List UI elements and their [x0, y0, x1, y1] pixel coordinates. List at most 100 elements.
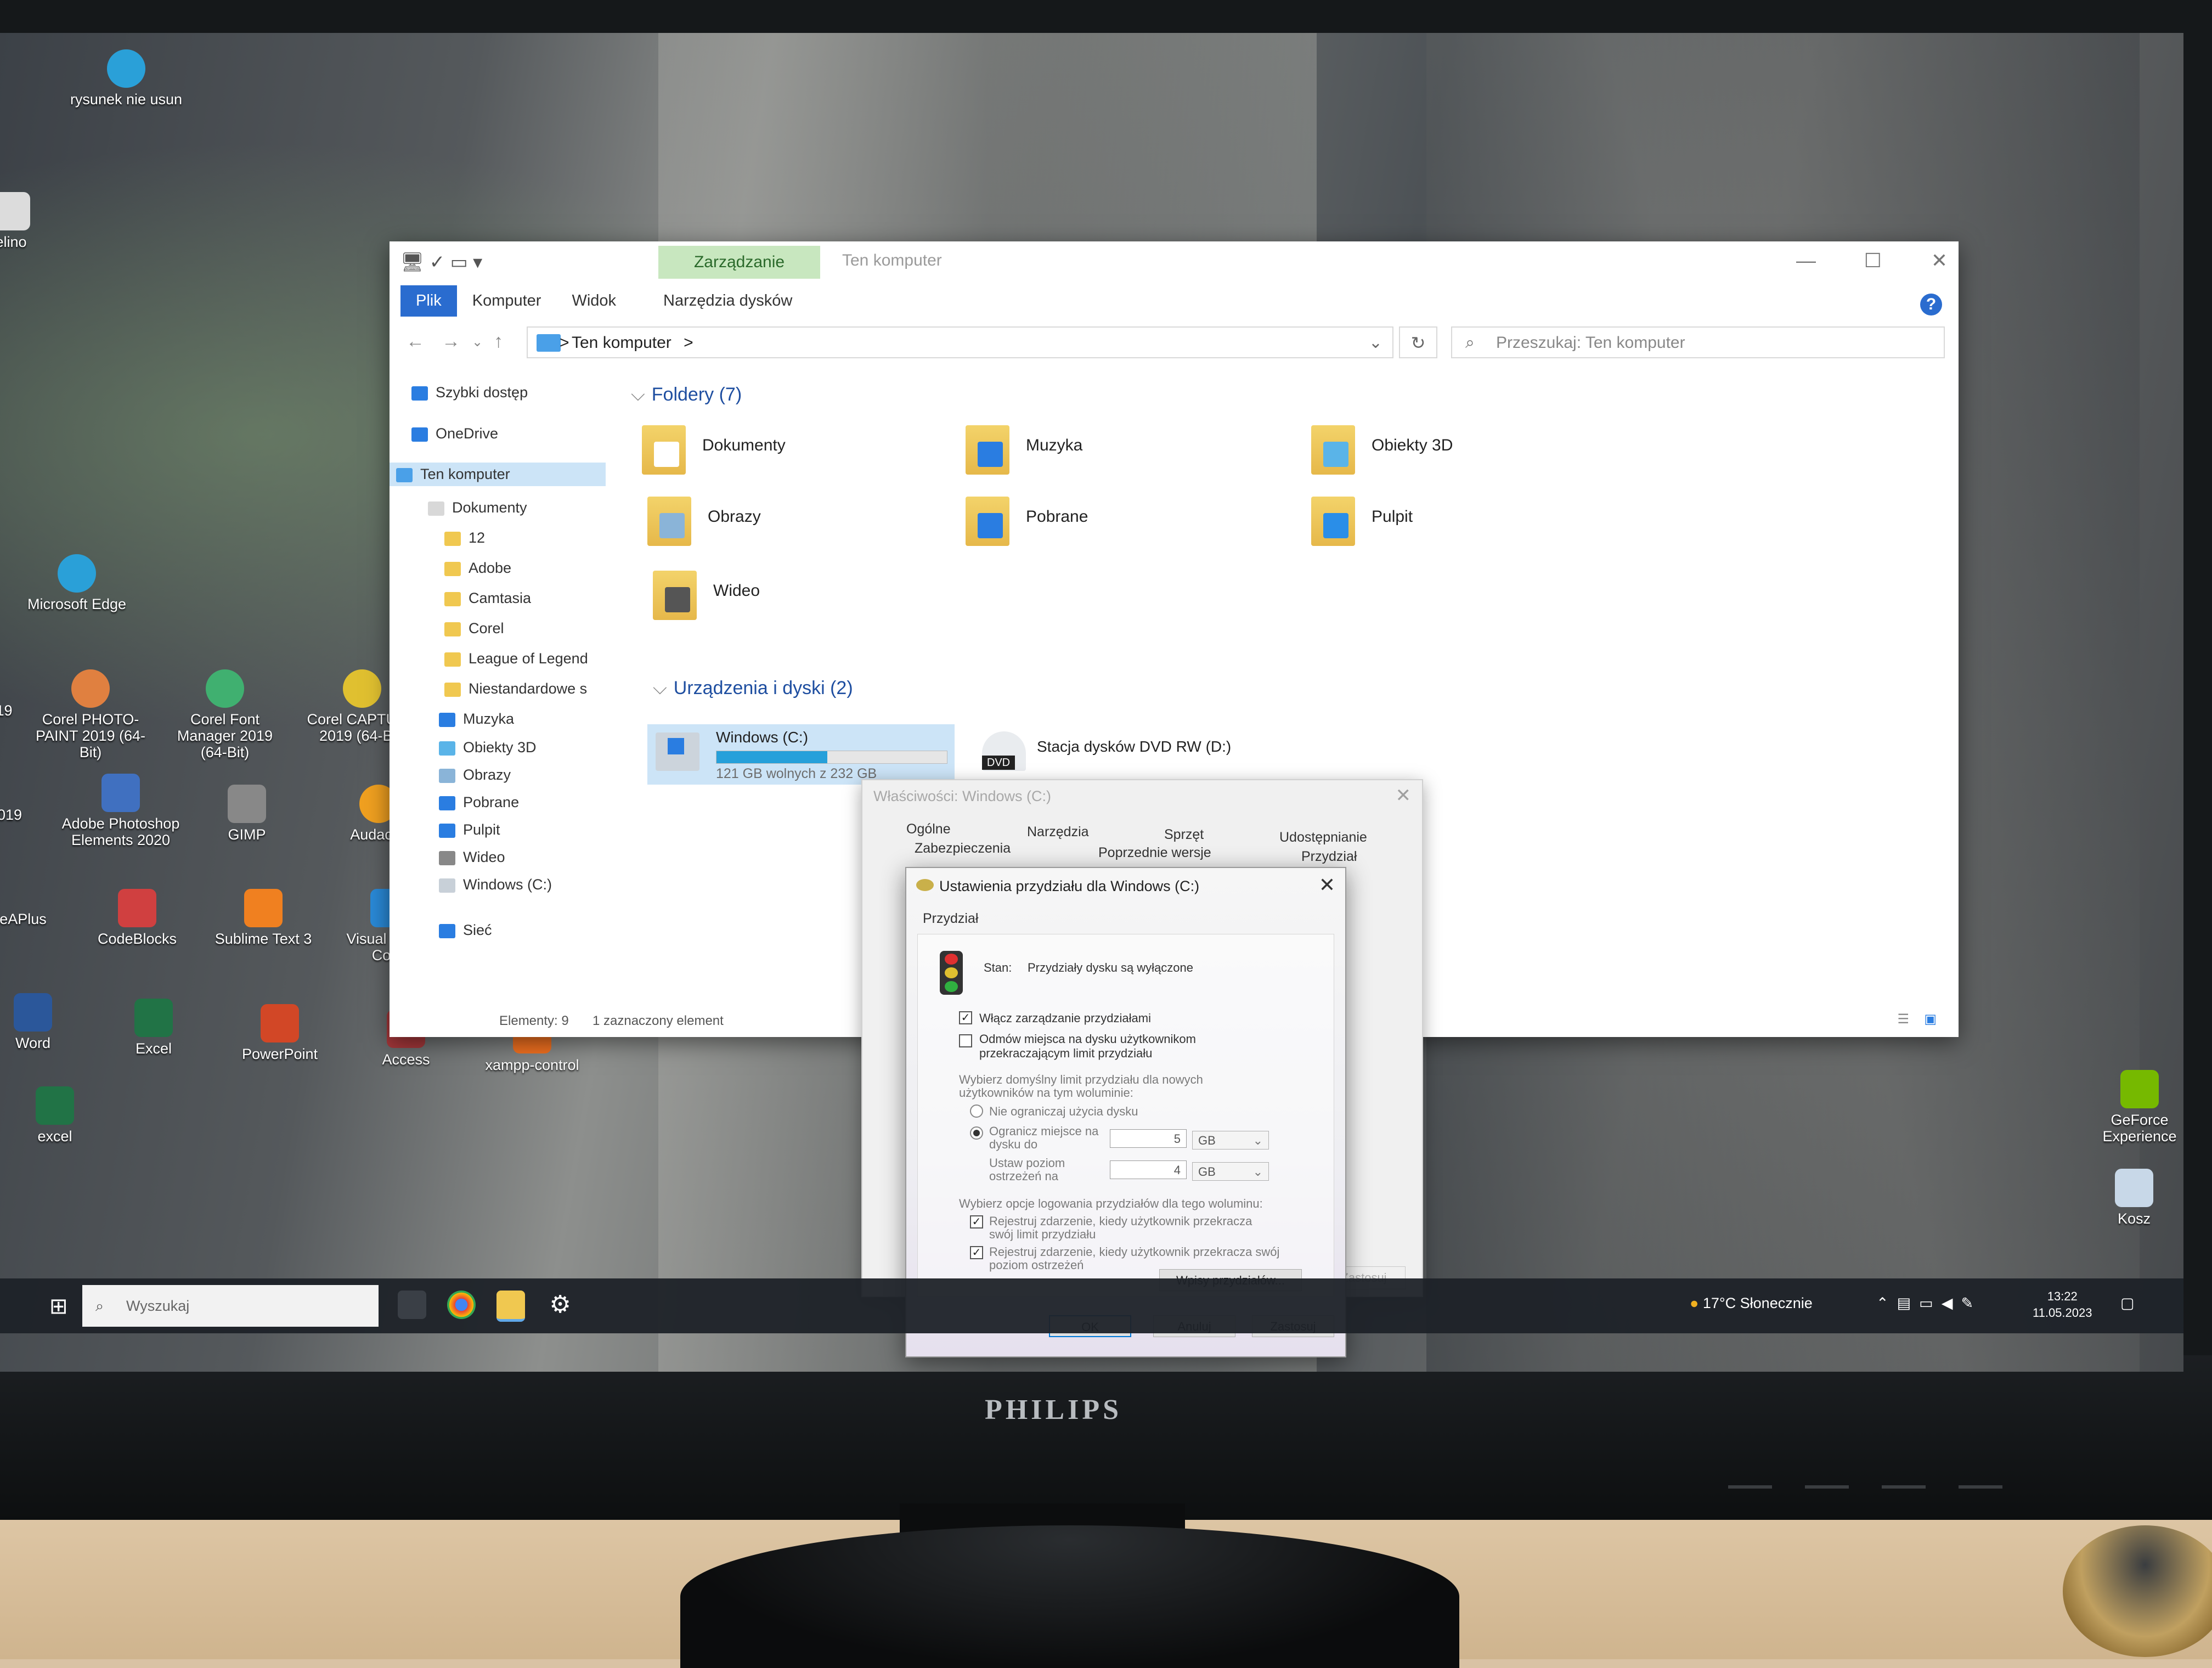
- desktop-icon-photoshop-elements[interactable]: Adobe Photoshop Elements 2020: [60, 774, 181, 848]
- sidebar-item[interactable]: Pulpit: [439, 821, 500, 838]
- drive-c-tile[interactable]: Windows (C:) 121 GB wolnych z 232 GB: [647, 724, 955, 785]
- tab-sharing[interactable]: Udostępnianie: [1279, 830, 1367, 846]
- chevron-up-icon[interactable]: ⌃: [1876, 1295, 1889, 1311]
- new-folder-icon[interactable]: ▭: [450, 252, 468, 273]
- chrome-icon[interactable]: [447, 1291, 476, 1319]
- back-arrow-icon[interactable]: ←: [406, 331, 425, 352]
- dvd-drive-tile[interactable]: DVD Stacja dysków DVD RW (D:): [982, 722, 1366, 782]
- refresh-button[interactable]: ↻: [1399, 326, 1437, 358]
- limit-disk-radio[interactable]: [970, 1126, 983, 1140]
- sidebar-item[interactable]: League of Legend: [444, 650, 588, 667]
- desktop-icon-partial[interactable]: 2019: [0, 807, 66, 823]
- sidebar-item[interactable]: Obiekty 3D: [439, 739, 537, 756]
- close-button[interactable]: ✕: [1931, 249, 1948, 272]
- desktop-icon-elino[interactable]: elino: [0, 192, 71, 250]
- tiles-view-icon[interactable]: ▣: [1924, 1011, 1937, 1027]
- desktop-icon-powerpoint[interactable]: PowerPoint: [219, 1004, 340, 1062]
- tab-tools[interactable]: Narzędzia: [1027, 824, 1089, 840]
- limit-value-input[interactable]: 5: [1110, 1129, 1187, 1148]
- desktop-icon-partial[interactable]: 019: [0, 702, 60, 719]
- close-button[interactable]: ✕: [1319, 874, 1335, 897]
- warning-unit-select[interactable]: GB ⌄: [1192, 1162, 1269, 1181]
- search-input[interactable]: ⌕ Przeszukaj: Ten komputer: [1451, 326, 1945, 358]
- sidebar-item[interactable]: Szybki dostęp: [411, 384, 528, 401]
- chevron-down-icon[interactable]: ⌄: [1369, 328, 1383, 358]
- volume-icon[interactable]: ◀: [1942, 1295, 1953, 1311]
- folder-tile[interactable]: Dokumenty: [642, 425, 927, 486]
- tab-quota[interactable]: Przydział: [1301, 849, 1357, 865]
- warning-value-input[interactable]: 4: [1110, 1160, 1187, 1179]
- folder-tile[interactable]: Pobrane: [966, 497, 1251, 557]
- details-view-icon[interactable]: ☰: [1897, 1011, 1909, 1027]
- sidebar-item[interactable]: Camtasia: [444, 590, 531, 607]
- folder-tile[interactable]: Muzyka: [966, 425, 1251, 486]
- desktop-icon-sublime-text[interactable]: Sublime Text 3: [203, 889, 324, 947]
- folder-tile[interactable]: Obrazy: [647, 497, 933, 557]
- tab-drive-tools[interactable]: Narzędzia dysków: [648, 285, 808, 317]
- folder-tile[interactable]: Wideo: [653, 571, 938, 631]
- desktop-icon-gimp[interactable]: GIMP: [187, 785, 307, 843]
- tab-hardware[interactable]: Sprzęt: [1164, 827, 1204, 843]
- notifications-icon[interactable]: ▢: [2120, 1295, 2135, 1312]
- desktop-icon-word[interactable]: Word: [0, 993, 93, 1051]
- settings-gear-icon[interactable]: ⚙: [546, 1291, 574, 1319]
- tab-quota[interactable]: Przydział: [923, 911, 978, 927]
- sidebar-item[interactable]: OneDrive: [411, 425, 498, 442]
- tab-previous-versions[interactable]: Poprzednie wersje: [1098, 845, 1211, 861]
- folder-tile[interactable]: Pulpit: [1311, 497, 1596, 557]
- windows-start-icon[interactable]: ⊞: [49, 1294, 68, 1319]
- sidebar-item[interactable]: Pobrane: [439, 794, 519, 811]
- address-bar[interactable]: > Ten komputer > ⌄: [527, 326, 1393, 358]
- tab-security[interactable]: Zabezpieczenia: [915, 841, 1011, 856]
- desktop-icon-recycle-bin[interactable]: Kosz: [2074, 1169, 2183, 1227]
- sidebar-item[interactable]: Windows (C:): [439, 876, 552, 893]
- folder-tile[interactable]: Obiekty 3D: [1311, 425, 1596, 486]
- section-header-folders[interactable]: ⌵ Foldery (7): [631, 384, 742, 405]
- weather-widget[interactable]: ● 17°C Słonecznie: [1690, 1295, 1813, 1312]
- system-tray-icons[interactable]: ⌃ ▤ ▭ ◀ ✎: [1876, 1295, 1973, 1312]
- pen-icon[interactable]: ✎: [1961, 1295, 1973, 1311]
- log-exceed-limit-checkbox[interactable]: ✓: [970, 1215, 983, 1229]
- sidebar-item[interactable]: 12: [444, 529, 485, 546]
- task-view-icon[interactable]: [398, 1291, 426, 1319]
- sidebar-item[interactable]: Niestandardowe s: [444, 680, 587, 697]
- tab-view[interactable]: Widok: [556, 285, 631, 317]
- taskbar-search-input[interactable]: ⌕ Wyszukaj: [82, 1285, 379, 1327]
- desktop-icon-edge[interactable]: Microsoft Edge: [16, 554, 137, 612]
- desktop-icon-codeblocks[interactable]: CodeBlocks: [77, 889, 198, 947]
- deny-space-checkbox[interactable]: [959, 1034, 972, 1047]
- desktop-icon-corel-font-manager[interactable]: Corel Font Manager 2019 (64-Bit): [165, 669, 285, 760]
- sidebar-item[interactable]: Muzyka: [439, 711, 514, 728]
- pc-icon[interactable]: 🖥: [400, 252, 424, 273]
- enable-quota-checkbox[interactable]: ✓: [959, 1011, 972, 1024]
- maximize-button[interactable]: ☐: [1864, 249, 1882, 272]
- desktop-icon-partial[interactable]: ureAPlus: [0, 911, 77, 927]
- tab-computer[interactable]: Komputer: [457, 285, 557, 317]
- chevron-down-icon[interactable]: ⌄: [472, 334, 483, 350]
- desktop-icon-excel[interactable]: Excel: [93, 999, 214, 1057]
- sidebar-item[interactable]: Ten komputer: [390, 463, 606, 486]
- sidebar-item[interactable]: Sieć: [439, 922, 492, 939]
- no-limit-radio[interactable]: [970, 1105, 983, 1118]
- sidebar-item[interactable]: Obrazy: [439, 767, 511, 784]
- chevron-down-icon[interactable]: ▾: [473, 252, 482, 273]
- sidebar-item[interactable]: Adobe: [444, 560, 511, 577]
- properties-icon[interactable]: ✓: [430, 252, 445, 273]
- breadcrumb[interactable]: Ten komputer: [572, 334, 672, 352]
- desktop-icon-geforce[interactable]: GeForce Experience: [2079, 1070, 2183, 1145]
- limit-unit-select[interactable]: GB ⌄: [1192, 1131, 1269, 1149]
- breadcrumb-separator[interactable]: >: [560, 328, 569, 358]
- tab-general[interactable]: Ogólne: [906, 821, 951, 837]
- network-icon[interactable]: ▤: [1897, 1295, 1911, 1311]
- quick-access-toolbar[interactable]: 🖥 ✓ ▭ ▾: [400, 251, 482, 273]
- close-button[interactable]: ✕: [1396, 785, 1412, 807]
- minimize-button[interactable]: —: [1796, 249, 1816, 272]
- forward-arrow-icon[interactable]: →: [442, 331, 460, 352]
- ribbon-context-tab[interactable]: Zarządzanie: [658, 246, 820, 279]
- desktop-icon-rysunek[interactable]: rysunek nie usun: [66, 49, 187, 108]
- file-explorer-icon[interactable]: [496, 1291, 525, 1322]
- desktop-icon-excel-file[interactable]: excel: [0, 1086, 115, 1145]
- breadcrumb-separator[interactable]: >: [684, 334, 693, 352]
- sidebar-item[interactable]: Dokumenty: [428, 499, 527, 516]
- up-arrow-icon[interactable]: ↑: [494, 331, 503, 352]
